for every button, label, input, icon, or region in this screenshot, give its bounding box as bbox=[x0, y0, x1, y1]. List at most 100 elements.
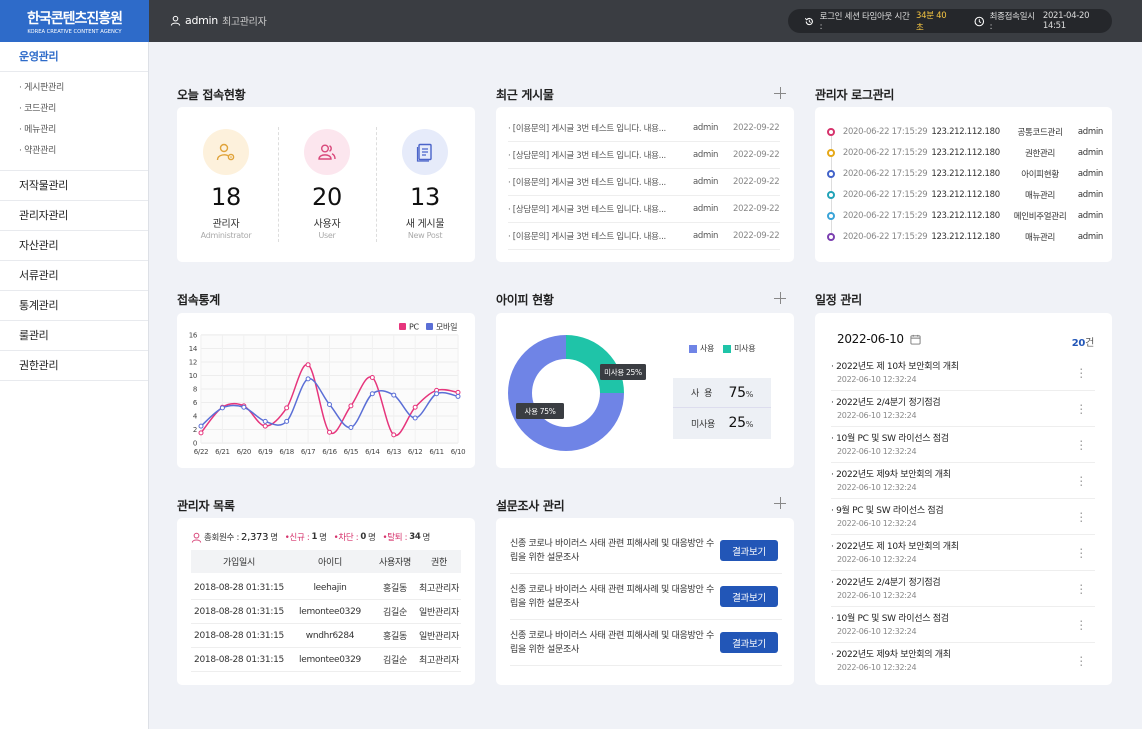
post-date: 2022-09-22 bbox=[733, 150, 780, 160]
sidebar-item-works[interactable]: 저작물관리 bbox=[0, 171, 148, 201]
block-value: 0 bbox=[360, 532, 366, 542]
list-item[interactable]: · [이용문의] 게시글 3번 테스트 입니다. 내용... admin 202… bbox=[508, 169, 780, 196]
data-point[interactable] bbox=[262, 423, 268, 429]
data-point[interactable] bbox=[241, 404, 247, 410]
data-point[interactable] bbox=[455, 393, 461, 399]
drag-handle-icon[interactable]: ⋮ bbox=[1075, 474, 1087, 488]
sidebar-item-documents[interactable]: 서류관리 bbox=[0, 261, 148, 291]
drag-handle-icon[interactable]: ⋮ bbox=[1075, 654, 1087, 668]
ip-add-icon[interactable] bbox=[774, 292, 786, 304]
timeline-dot bbox=[827, 169, 835, 178]
data-point[interactable] bbox=[262, 418, 268, 424]
sidebar-subitem-board[interactable]: · 게시판관리 bbox=[0, 78, 148, 99]
data-point[interactable] bbox=[455, 389, 461, 395]
data-point[interactable] bbox=[327, 402, 332, 408]
log-row[interactable]: 2020-06-22 17:15:29 123.212.112.180 아이피현… bbox=[827, 163, 1103, 184]
col-role: 권한 bbox=[431, 558, 447, 568]
drag-handle-icon[interactable]: ⋮ bbox=[1075, 510, 1087, 524]
list-item[interactable]: · 2022년도 2/4분기 정기점검 2022-06-10 12:32:24 ⋮ bbox=[831, 391, 1095, 427]
data-point[interactable] bbox=[284, 405, 290, 411]
log-row[interactable]: 2020-06-22 17:15:29 123.212.112.180 권한관리… bbox=[827, 142, 1103, 163]
data-point[interactable] bbox=[412, 415, 418, 421]
sidebar-item-assets[interactable]: 자산관리 bbox=[0, 231, 148, 261]
post-author: admin bbox=[693, 150, 719, 160]
cell-id: wndhr6284 bbox=[305, 630, 355, 641]
sidebar-item-admin[interactable]: 관리자관리 bbox=[0, 201, 148, 231]
result-button[interactable]: 결과보기 bbox=[720, 632, 778, 653]
list-item[interactable]: · [상담문의] 게시글 3번 테스트 입니다. 내용... admin 202… bbox=[508, 142, 780, 169]
list-item[interactable]: · [이용문의] 게시글 3번 테스트 입니다. 내용... admin 202… bbox=[508, 223, 780, 250]
drag-handle-icon[interactable]: ⋮ bbox=[1075, 402, 1087, 416]
table-row[interactable]: 2018-08-28 01:31:15 lemontee0329 김길순 최고관리자 bbox=[191, 648, 461, 672]
drag-handle-icon[interactable]: ⋮ bbox=[1075, 618, 1087, 632]
schedule-date: 2022-06-10 bbox=[837, 332, 904, 346]
calendar-icon[interactable] bbox=[910, 334, 921, 345]
result-button[interactable]: 결과보기 bbox=[720, 540, 778, 561]
post-title[interactable]: · [이용문의] 게시글 3번 테스트 입니다. 내용... bbox=[508, 122, 693, 134]
today-card: 18 관리자 Administrator 20 사용자 User 13 새 게시… bbox=[177, 107, 475, 262]
list-item[interactable]: · 10월 PC 및 SW 라이선스 점검 2022-06-10 12:32:24… bbox=[831, 427, 1095, 463]
user-info[interactable]: admin 최고관리자 bbox=[170, 13, 267, 28]
data-point[interactable] bbox=[412, 404, 418, 410]
stat-user-label: 사용자 bbox=[313, 219, 341, 230]
table-row[interactable]: 2018-08-28 01:31:15 wndhr6284 홍길동 일반관리자 bbox=[191, 624, 461, 648]
list-item[interactable]: · 2022년도 2/4분기 정기점검 2022-06-10 12:32:24 ⋮ bbox=[831, 571, 1095, 607]
survey-add-icon[interactable] bbox=[774, 497, 786, 509]
log-row[interactable]: 2020-06-22 17:15:29 123.212.112.180 메인비주… bbox=[827, 205, 1103, 226]
post-date: 2022-09-22 bbox=[733, 204, 780, 214]
log-row[interactable]: 2020-06-22 17:15:29 123.212.112.180 공통코드… bbox=[827, 121, 1103, 142]
data-point[interactable] bbox=[284, 418, 290, 424]
post-title[interactable]: · [이용문의] 게시글 3번 테스트 입니다. 내용... bbox=[508, 230, 693, 242]
total-unit: 명 bbox=[270, 533, 278, 543]
list-item[interactable]: · [이용문의] 게시글 3번 테스트 입니다. 내용... admin 202… bbox=[508, 115, 780, 142]
schedule-count-number: 20 bbox=[1071, 338, 1086, 349]
last-login-label: 최종접속일시 : bbox=[989, 12, 1035, 32]
data-point[interactable] bbox=[369, 391, 375, 397]
data-point[interactable] bbox=[305, 362, 311, 368]
sidebar-subitem-code[interactable]: · 코드관리 bbox=[0, 99, 148, 120]
list-item[interactable]: · 10월 PC 및 SW 라이선스 점검 2022-06-10 12:32:24… bbox=[831, 607, 1095, 643]
logo[interactable]: 한국콘텐츠진흥원 KOREA CREATIVE CONTENT AGENCY bbox=[0, 0, 149, 42]
sidebar-item-permissions[interactable]: 권한관리 bbox=[0, 351, 148, 381]
table-row[interactable]: 2018-08-28 01:31:15 lemontee0329 김길순 일반관리자 bbox=[191, 600, 461, 624]
list-item[interactable]: · 2022년도 제 10차 보안회의 개최 2022-06-10 12:32:2… bbox=[831, 355, 1095, 391]
table-row[interactable]: 2018-08-28 01:31:15 leehajin 홍길동 최고관리자 bbox=[191, 576, 461, 600]
data-point[interactable] bbox=[219, 405, 225, 411]
posts-add-icon[interactable] bbox=[774, 87, 786, 99]
timeline-dot bbox=[827, 232, 835, 241]
list-item[interactable]: · 2022년도 제9차 보안회의 개최 2022-06-10 12:32:24 ⋮ bbox=[831, 463, 1095, 499]
drag-handle-icon[interactable]: ⋮ bbox=[1075, 438, 1087, 452]
data-point[interactable] bbox=[198, 430, 204, 436]
list-item[interactable]: · 2022년도 제9차 보안회의 개최 2022-06-10 12:32:24 ⋮ bbox=[831, 643, 1095, 679]
drag-handle-icon[interactable]: ⋮ bbox=[1075, 582, 1087, 596]
data-point[interactable] bbox=[434, 391, 440, 397]
log-row[interactable]: 2020-06-22 17:15:29 123.212.112.180 매뉴관리… bbox=[827, 226, 1103, 247]
sidebar-subitem-terms[interactable]: · 약관관리 bbox=[0, 141, 148, 162]
data-point[interactable] bbox=[348, 424, 354, 430]
post-title[interactable]: · [이용문의] 게시글 3번 테스트 입니다. 내용... bbox=[508, 176, 693, 188]
sidebar-subitem-menu[interactable]: · 메뉴관리 bbox=[0, 120, 148, 141]
x-tick-label: 6/19 bbox=[258, 448, 273, 456]
result-button[interactable]: 결과보기 bbox=[720, 586, 778, 607]
post-title[interactable]: · [상담문의] 게시글 3번 테스트 입니다. 내용... bbox=[508, 203, 693, 215]
list-item[interactable]: · 2022년도 제 10차 보안회의 개최 2022-06-10 12:32:2… bbox=[831, 535, 1095, 571]
sidebar-item-rules[interactable]: 룰관리 bbox=[0, 321, 148, 351]
data-point[interactable] bbox=[305, 376, 311, 382]
post-title[interactable]: · [상담문의] 게시글 3번 테스트 입니다. 내용... bbox=[508, 149, 693, 161]
data-point[interactable] bbox=[369, 375, 375, 381]
data-point[interactable] bbox=[198, 423, 204, 429]
log-menu: 매뉴관리 bbox=[1024, 190, 1056, 201]
data-point[interactable] bbox=[327, 429, 332, 435]
sidebar-item-operation[interactable]: 운영관리 bbox=[0, 42, 148, 72]
leave-label: •탈퇴 : bbox=[382, 533, 408, 543]
sidebar-item-statistics[interactable]: 통계관리 bbox=[0, 291, 148, 321]
data-point[interactable] bbox=[391, 432, 397, 438]
data-point[interactable] bbox=[348, 403, 354, 409]
log-row[interactable]: 2020-06-22 17:15:29 123.212.112.180 매뉴관리… bbox=[827, 184, 1103, 205]
log-timestamp: 2020-06-22 17:15:29 bbox=[842, 147, 928, 158]
drag-handle-icon[interactable]: ⋮ bbox=[1075, 366, 1087, 380]
data-point[interactable] bbox=[391, 392, 397, 398]
drag-handle-icon[interactable]: ⋮ bbox=[1075, 546, 1087, 560]
list-item[interactable]: · 9월 PC 및 SW 라이선스 점검 2022-06-10 12:32:24 ⋮ bbox=[831, 499, 1095, 535]
list-item[interactable]: · [상담문의] 게시글 3번 테스트 입니다. 내용... admin 202… bbox=[508, 196, 780, 223]
